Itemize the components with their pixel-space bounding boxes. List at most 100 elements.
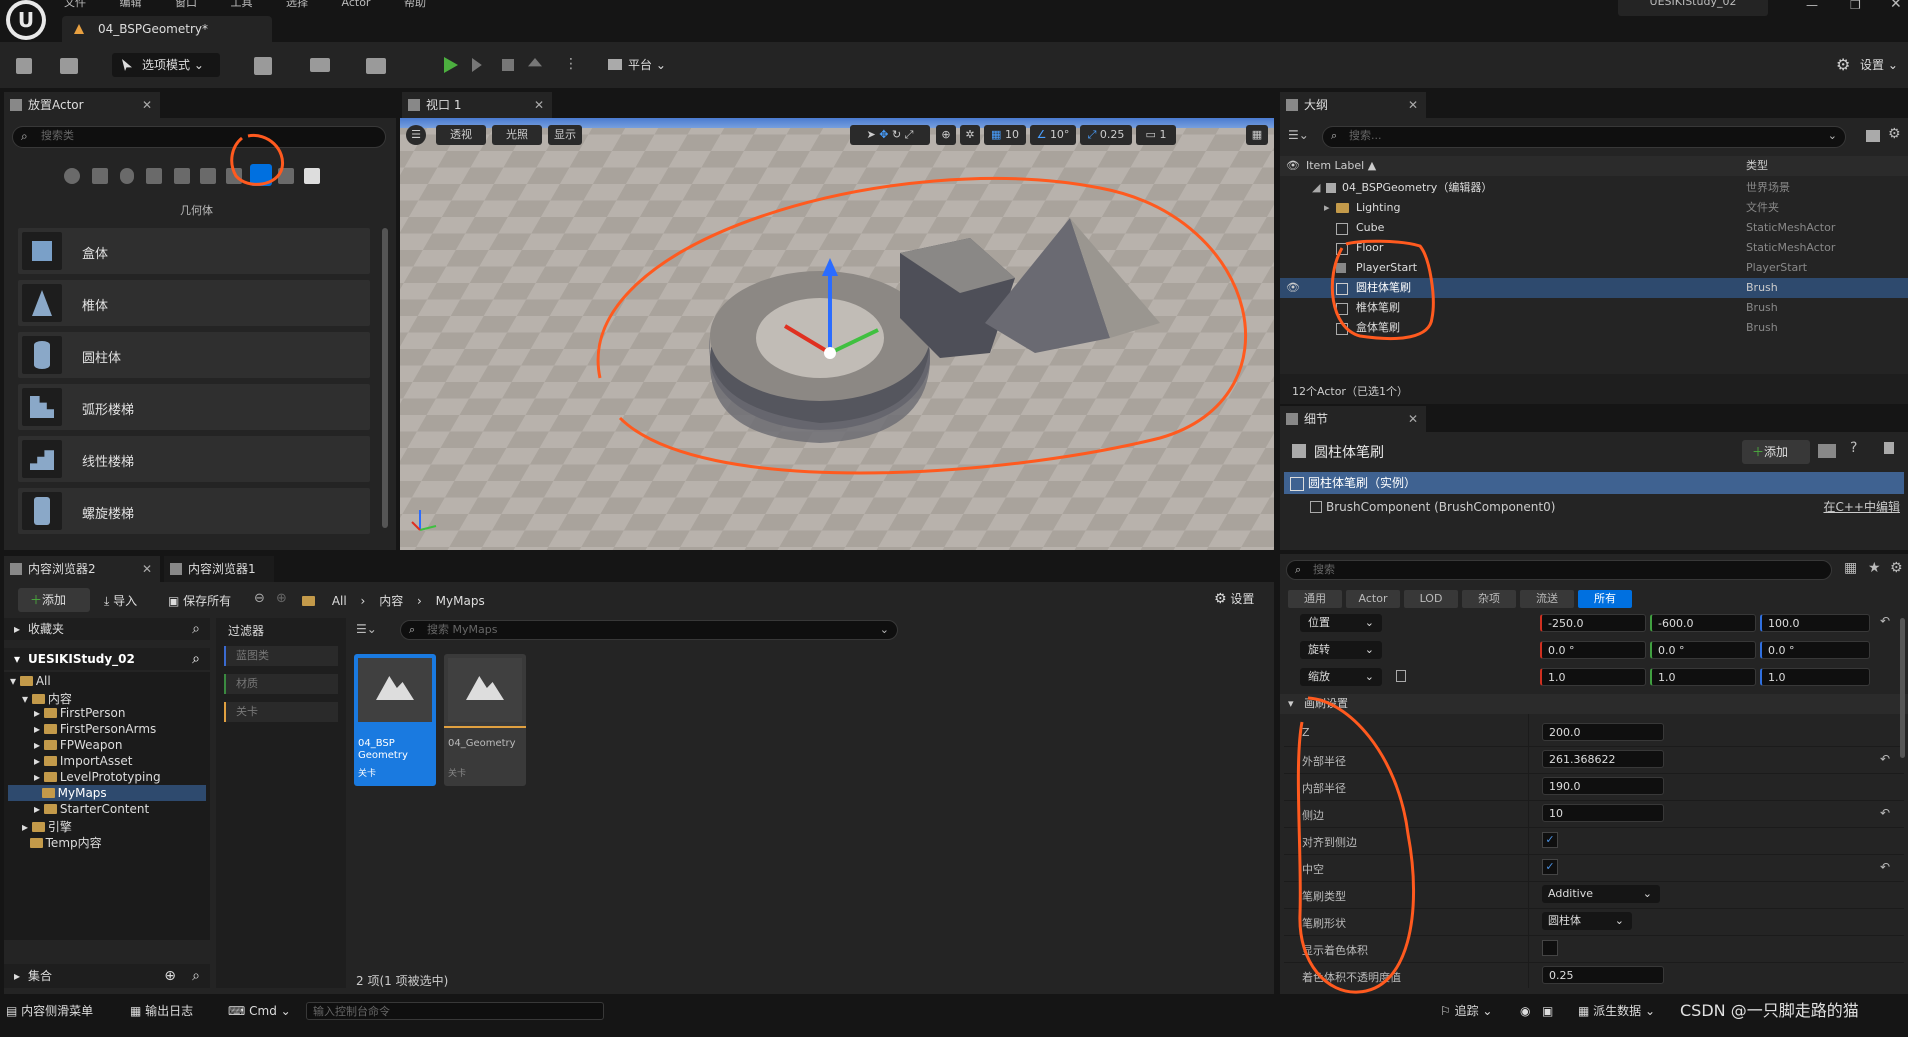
instance-row[interactable]: 圆柱体笔刷（实例） [1284,472,1904,494]
eye-icon[interactable]: 👁 [1286,156,1300,176]
outliner-row[interactable]: ▸ Lighting 文件夹 [1280,198,1908,218]
edit-in-cpp-link[interactable]: 在C++中编辑 [1824,496,1901,518]
surface-snap-icon[interactable]: ✲ [960,125,980,145]
rotation-y[interactable]: 0.0 ° [1650,641,1756,659]
tab-outliner[interactable]: 大纲 ✕ [1280,92,1426,118]
reset-arrow-icon[interactable]: ↶ [1880,860,1890,874]
brush-type-dropdown[interactable]: Additive ⌄ [1542,885,1660,903]
unlock-icon[interactable] [1396,670,1406,682]
restore-button[interactable]: ❐ [1850,0,1861,12]
filter-actor[interactable]: Actor [1346,590,1400,608]
location-y[interactable]: -600.0 [1650,614,1756,632]
filter-all[interactable]: 所有 [1578,590,1632,608]
filter-misc[interactable]: 杂项 [1462,590,1516,608]
tree-item[interactable]: ▸ StarterContent [34,802,149,816]
transform-tools[interactable]: ➤ ✥ ↻ ⤢ [850,125,930,145]
place-item-cone[interactable]: 椎体 [18,280,370,326]
details-scrollbar[interactable] [1900,618,1905,758]
tab-viewport[interactable]: 视口 1 ✕ [402,92,552,118]
star-icon[interactable]: ★ [1868,560,1881,576]
menu-actor[interactable]: Actor [342,0,371,9]
rotation-x[interactable]: 0.0 ° [1540,641,1646,659]
lock-icon[interactable] [1884,442,1894,454]
more-options-icon[interactable]: ⋮ [564,56,578,72]
show-button[interactable]: 显示 [548,125,582,145]
history-forward-icon[interactable]: ⊕ [276,591,287,606]
derived-data-button[interactable]: ▦ 派生数据 ⌄ [1578,996,1655,1026]
grid-view-icon[interactable]: ▦ [1844,560,1857,576]
close-icon[interactable]: ✕ [534,92,544,118]
world-local-icon[interactable]: ⊕ [936,125,956,145]
close-icon[interactable]: ✕ [142,556,152,582]
tree-item[interactable]: ▸ LevelPrototyping [34,770,161,784]
outliner-search-input[interactable]: ⌕ 搜索... ⌄ [1322,126,1846,148]
menu-window[interactable]: 窗口 [175,0,197,9]
filter-material[interactable]: 材质 [224,674,338,694]
add-content-button[interactable]: ＋添加 [18,588,90,612]
content-settings-button[interactable]: ⚙ 设置 [1214,590,1254,607]
eye-icon[interactable]: 👁 [1286,278,1300,298]
save-icon[interactable] [16,58,32,74]
filter-icon[interactable]: ☰⌄ [1288,128,1309,142]
search-icon[interactable]: ⌕ [192,618,200,640]
blueprint-convert-icon[interactable] [1818,444,1836,458]
place-actor-scrollbar[interactable] [382,228,388,528]
menu-select[interactable]: 选择 [286,0,308,9]
place-actor-search-input[interactable]: ⌕ 搜索类 [12,126,386,148]
place-item-linear-stair[interactable]: 线性楼梯 [18,436,370,482]
search-icon[interactable]: ⌕ [192,648,200,670]
console-input[interactable]: 输入控制台命令 [306,1002,604,1020]
tab-content-browser-2[interactable]: 内容浏览器2 ✕ [4,556,160,582]
step-icon[interactable] [472,58,482,72]
chevron-down-icon[interactable]: ⌄ [880,621,889,639]
scale-y[interactable]: 1.0 [1650,668,1756,686]
shapes-icon[interactable] [146,168,162,184]
lit-button[interactable]: 光照 [492,125,542,145]
place-item-cylinder[interactable]: 圆柱体 [18,332,370,378]
prop-volume-opacity-value[interactable]: 0.25 [1542,966,1664,984]
cinematics-icon[interactable] [366,58,386,74]
prop-outer-radius-value[interactable]: 261.368622 [1542,750,1664,768]
level-tab[interactable]: 04_BSPGeometry* [62,16,272,42]
place-item-curved-stair[interactable]: 弧形楼梯 [18,384,370,430]
search-icon[interactable]: ⌕ [192,964,200,988]
filter-general[interactable]: 通用 [1288,590,1342,608]
component-row[interactable]: BrushComponent (BrushComponent0) 在C++中编辑 [1284,496,1904,518]
tab-details[interactable]: 细节 ✕ [1280,406,1426,432]
add-folder-icon[interactable] [1866,130,1880,142]
content-drawer-button[interactable]: ▤ 内容侧滑菜单 [6,996,93,1026]
history-back-icon[interactable]: ⊖ [254,591,265,606]
place-item-spiral-stair[interactable]: 螺旋楼梯 [18,488,370,534]
expand-icon[interactable]: ◢ [1312,178,1320,198]
select-icon[interactable]: ➤ [867,128,876,141]
location-x[interactable]: -250.0 [1540,614,1646,632]
menu-help[interactable]: 帮助 [404,0,426,9]
browse-icon[interactable] [60,58,78,74]
screenshot-icon[interactable]: ▣ [1542,996,1553,1026]
prop-sides-value[interactable]: 10 [1542,804,1664,822]
viewport-menu-icon[interactable]: ☰ [406,125,426,145]
scale-dropdown[interactable]: 缩放 ⌄ [1300,668,1382,686]
tree-item[interactable]: ▸ FPWeapon [34,738,122,752]
layout-icon[interactable]: ▦ [1246,125,1268,145]
tab-place-actor[interactable]: 放置Actor ✕ [4,92,160,118]
details-settings-icon[interactable]: ⚙ [1890,560,1903,576]
scale-x[interactable]: 1.0 [1540,668,1646,686]
add-component-button[interactable]: ＋添加 [1742,440,1810,464]
tree-item[interactable]: ▾ 内容 [22,690,72,707]
close-icon[interactable]: ✕ [1408,406,1418,432]
breadcrumb-item[interactable]: All [332,594,347,608]
camera-speed-button[interactable]: ▭ 1 [1136,125,1176,145]
visual-effects-icon[interactable] [200,168,216,184]
blueprint-icon[interactable] [310,58,330,72]
show-volume-checkbox[interactable] [1542,940,1558,956]
lights-icon[interactable] [120,168,134,184]
help-icon[interactable]: ? [1850,440,1857,456]
tab-content-browser-1[interactable]: 内容浏览器1 [164,556,274,582]
stop-icon[interactable] [502,59,514,71]
grid-snap-button[interactable]: ▦ 10 [984,125,1026,145]
rotation-z[interactable]: 0.0 ° [1760,641,1870,659]
outliner-row[interactable]: Cube StaticMeshActor [1280,218,1908,238]
basic-icon[interactable] [92,168,108,184]
project-header[interactable]: ▾ UESIKIStudy_02 ⌕ [4,648,210,670]
